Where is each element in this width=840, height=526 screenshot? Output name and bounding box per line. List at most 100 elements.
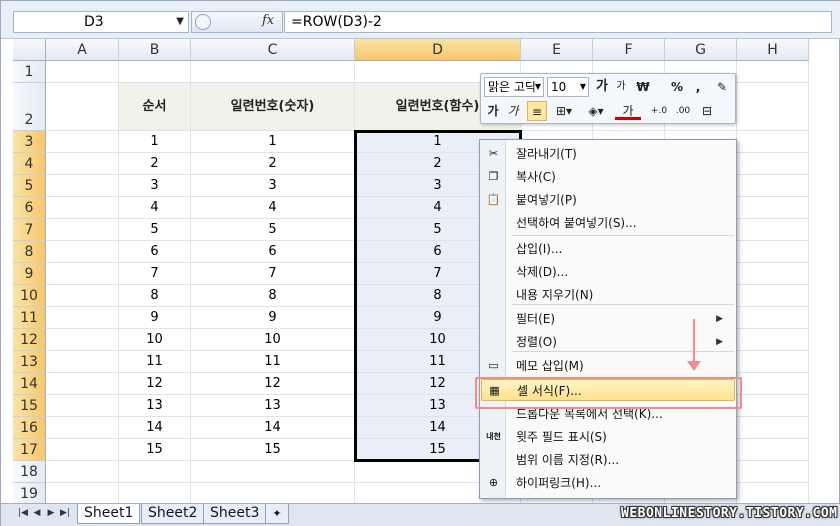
cell-h4[interactable]: [737, 153, 809, 175]
decrease-decimal-icon[interactable]: .00: [673, 101, 693, 121]
menu-item-4[interactable]: 삽입(I)...: [481, 238, 735, 260]
cell-a8[interactable]: [46, 241, 119, 263]
cell-a10[interactable]: [46, 285, 119, 307]
cell-a13[interactable]: [46, 351, 119, 373]
menu-item-2[interactable]: 📋 붙여넣기(P): [481, 189, 735, 211]
row-header-14[interactable]: 14: [13, 373, 46, 395]
cell-c13[interactable]: 11: [191, 351, 355, 373]
cell-b5[interactable]: 3: [119, 175, 191, 197]
cell-c11[interactable]: 9: [191, 307, 355, 329]
bold-icon[interactable]: 가: [485, 101, 501, 121]
row-header-17[interactable]: 17: [13, 439, 46, 461]
cell-c6[interactable]: 4: [191, 197, 355, 219]
select-all-corner[interactable]: [13, 39, 46, 61]
cell-a9[interactable]: [46, 263, 119, 285]
menu-item-3[interactable]: 선택하여 붙여넣기(S)...: [481, 212, 735, 234]
cell-b19[interactable]: [119, 483, 191, 505]
prev-sheet-icon[interactable]: ◀: [31, 508, 43, 518]
row-header-2[interactable]: 2: [13, 83, 46, 131]
cell-b2[interactable]: 순서: [119, 83, 191, 131]
increase-decimal-icon[interactable]: +.0: [649, 101, 669, 121]
cell-h2[interactable]: [737, 83, 809, 131]
font-color-icon[interactable]: 가: [615, 101, 641, 120]
insert-function-icon[interactable]: fx: [262, 13, 274, 28]
name-box[interactable]: D3 ▼: [13, 11, 189, 33]
column-header-g[interactable]: G: [665, 39, 737, 61]
row-header-8[interactable]: 8: [13, 241, 46, 263]
last-sheet-icon[interactable]: ▶|: [59, 508, 71, 518]
merge-center-icon[interactable]: ⊟: [697, 101, 717, 121]
cell-b1[interactable]: [119, 61, 191, 83]
row-header-18[interactable]: 18: [13, 461, 46, 483]
cell-a7[interactable]: [46, 219, 119, 241]
row-header-16[interactable]: 16: [13, 417, 46, 439]
resize-handle-icon[interactable]: [195, 14, 211, 30]
cell-h16[interactable]: [737, 417, 809, 439]
cell-h1[interactable]: [737, 61, 809, 83]
cell-a14[interactable]: [46, 373, 119, 395]
cell-h5[interactable]: [737, 175, 809, 197]
cell-c9[interactable]: 7: [191, 263, 355, 285]
cell-b3[interactable]: 1: [119, 131, 191, 153]
cell-h18[interactable]: [737, 461, 809, 483]
cell-c14[interactable]: 12: [191, 373, 355, 395]
menu-item-0[interactable]: ✂ 잘라내기(T): [481, 143, 735, 165]
cell-c18[interactable]: [191, 461, 355, 483]
sheet-tab-2[interactable]: Sheet2: [141, 504, 205, 524]
cell-c7[interactable]: 5: [191, 219, 355, 241]
first-sheet-icon[interactable]: |◀: [17, 508, 29, 518]
cell-h7[interactable]: [737, 219, 809, 241]
cell-c8[interactable]: 6: [191, 241, 355, 263]
cell-b14[interactable]: 12: [119, 373, 191, 395]
column-header-c[interactable]: C: [191, 39, 355, 61]
cell-b12[interactable]: 10: [119, 329, 191, 351]
cell-h19[interactable]: [737, 483, 809, 505]
cell-c10[interactable]: 8: [191, 285, 355, 307]
sheet-tab-1[interactable]: Sheet1: [77, 504, 141, 524]
cell-h15[interactable]: [737, 395, 809, 417]
borders-icon[interactable]: ⊞▾: [551, 101, 577, 121]
chevron-down-icon[interactable]: ▼: [176, 12, 184, 32]
cell-a12[interactable]: [46, 329, 119, 351]
menu-item-5[interactable]: 삭제(D)...: [481, 261, 735, 283]
column-header-f[interactable]: F: [593, 39, 665, 61]
cell-c3[interactable]: 1: [191, 131, 355, 153]
cell-a16[interactable]: [46, 417, 119, 439]
row-header-5[interactable]: 5: [13, 175, 46, 197]
row-header-12[interactable]: 12: [13, 329, 46, 351]
cell-h17[interactable]: [737, 439, 809, 461]
row-header-9[interactable]: 9: [13, 263, 46, 285]
cell-c12[interactable]: 10: [191, 329, 355, 351]
cell-c16[interactable]: 14: [191, 417, 355, 439]
cell-a15[interactable]: [46, 395, 119, 417]
cell-a17[interactable]: [46, 439, 119, 461]
menu-item-12[interactable]: 내천 윗주 필드 표시(S): [481, 426, 735, 448]
column-header-a[interactable]: A: [46, 39, 119, 61]
cell-b8[interactable]: 6: [119, 241, 191, 263]
column-header-b[interactable]: B: [119, 39, 191, 61]
row-header-19[interactable]: 19: [13, 483, 46, 505]
cell-b9[interactable]: 7: [119, 263, 191, 285]
align-center-icon[interactable]: ≡: [527, 101, 547, 121]
formula-input[interactable]: =ROW(D3)-2: [284, 11, 832, 33]
cell-a11[interactable]: [46, 307, 119, 329]
cell-a19[interactable]: [46, 483, 119, 505]
cell-h9[interactable]: [737, 263, 809, 285]
row-header-13[interactable]: 13: [13, 351, 46, 373]
cell-c19[interactable]: [191, 483, 355, 505]
row-header-1[interactable]: 1: [13, 61, 46, 83]
cell-h8[interactable]: [737, 241, 809, 263]
cell-b11[interactable]: 9: [119, 307, 191, 329]
italic-icon[interactable]: 가: [505, 101, 521, 121]
cell-h12[interactable]: [737, 329, 809, 351]
cell-a6[interactable]: [46, 197, 119, 219]
cell-h10[interactable]: [737, 285, 809, 307]
row-header-10[interactable]: 10: [13, 285, 46, 307]
next-sheet-icon[interactable]: ▶: [45, 508, 57, 518]
font-name-dropdown[interactable]: 맑은 고딕 ▼: [484, 77, 544, 97]
cell-a3[interactable]: [46, 131, 119, 153]
cell-c17[interactable]: 15: [191, 439, 355, 461]
menu-item-1[interactable]: ❐ 복사(C): [481, 166, 735, 188]
row-header-6[interactable]: 6: [13, 197, 46, 219]
menu-item-7[interactable]: 필터(E) ▶: [481, 308, 735, 330]
